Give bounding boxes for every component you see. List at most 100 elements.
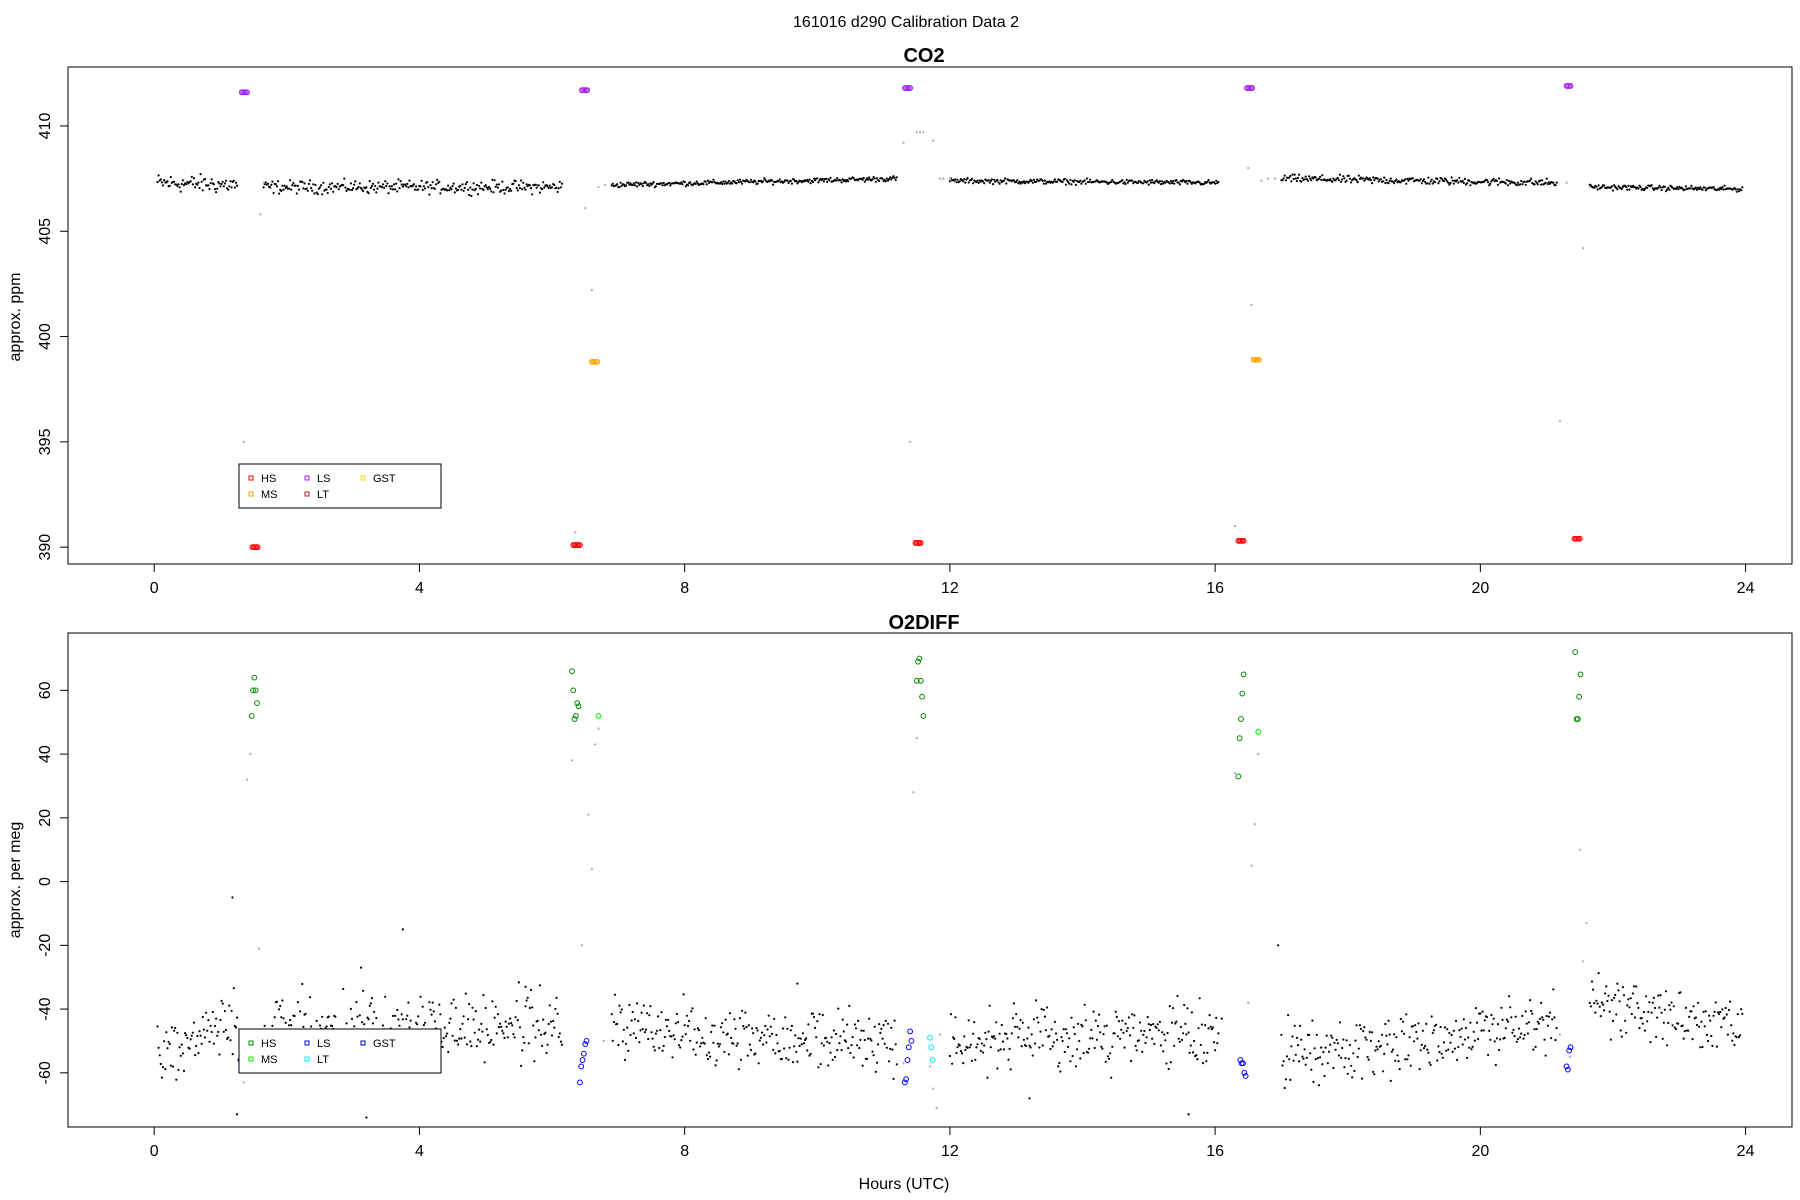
ambient-point <box>781 1027 785 1030</box>
calibration-point-hs <box>248 712 255 719</box>
ambient-point <box>1039 1030 1042 1033</box>
ambient-point <box>1375 1045 1378 1048</box>
ambient-point <box>770 1032 774 1035</box>
ambient-point <box>669 184 672 187</box>
ambient-point <box>1470 1048 1473 1051</box>
ambient-point <box>1508 179 1511 183</box>
ambient-point <box>521 188 524 191</box>
ambient-point <box>1107 1057 1111 1060</box>
ambient-point <box>1399 1017 1402 1021</box>
ambient-point <box>838 1042 841 1045</box>
ambient-point <box>1458 176 1461 179</box>
ambient-point <box>555 996 558 1000</box>
ambient-point <box>203 1036 207 1039</box>
ambient-point <box>704 1017 707 1020</box>
ambient-point <box>1433 181 1437 184</box>
ambient-point <box>1300 180 1303 183</box>
ambient-point <box>1459 1035 1462 1038</box>
ambient-point <box>1530 177 1533 180</box>
ambient-point <box>695 180 698 183</box>
ambient-point <box>1214 1049 1217 1052</box>
ambient-point <box>1416 1037 1419 1040</box>
x-tick-label: 24 <box>1737 1143 1755 1160</box>
transition-point <box>257 947 261 950</box>
ambient-point <box>552 1019 555 1023</box>
ambient-point <box>215 1017 218 1020</box>
ambient-point <box>228 1004 231 1007</box>
ambient-point <box>492 1043 495 1046</box>
ambient-point <box>1187 1031 1190 1034</box>
o2diff-xlabel: Hours (UTC) <box>859 1176 950 1193</box>
ambient-point <box>764 1024 767 1028</box>
ambient-point <box>292 182 295 185</box>
ambient-point <box>1043 179 1046 182</box>
ambient-point <box>1081 1025 1084 1028</box>
legend-label: LT <box>317 1054 329 1066</box>
y-tick-label: -20 <box>37 934 54 957</box>
ambient-point <box>1002 179 1006 182</box>
ambient-point <box>1173 1044 1176 1047</box>
ambient-point <box>463 186 466 189</box>
ambient-point <box>467 188 470 191</box>
ambient-point <box>465 1043 469 1046</box>
ambient-point <box>871 1050 874 1053</box>
ambient-point <box>430 1013 433 1016</box>
ambient-point <box>1647 1010 1650 1014</box>
ambient-point <box>1372 1070 1375 1073</box>
ambient-point <box>861 1064 864 1067</box>
ambient-point <box>531 193 534 196</box>
ambient-point <box>991 183 995 186</box>
ambient-point <box>467 1018 470 1021</box>
ambient-point <box>1545 1014 1548 1018</box>
ambient-point <box>1467 1036 1470 1039</box>
ambient-point <box>773 1017 776 1021</box>
ambient-point <box>1098 1013 1101 1016</box>
ambient-point <box>1185 1033 1188 1036</box>
ambient-point <box>1495 1037 1498 1040</box>
ambient-point <box>705 1054 708 1057</box>
ambient-point <box>1650 1011 1653 1014</box>
ambient-point <box>1442 1041 1445 1044</box>
ambient-point <box>800 1043 803 1046</box>
ambient-point <box>1060 1036 1063 1039</box>
ambient-point <box>360 1021 364 1024</box>
ambient-point <box>1020 1045 1023 1048</box>
ambient-point <box>1662 1021 1665 1024</box>
ambient-point <box>428 193 431 196</box>
ambient-point <box>627 181 630 184</box>
ambient-point <box>1135 1049 1138 1052</box>
ambient-point <box>463 1036 466 1039</box>
x-tick-label: 12 <box>941 1143 959 1160</box>
ambient-point <box>1646 1020 1649 1023</box>
ambient-point <box>1176 994 1179 998</box>
ambient-point <box>969 1043 973 1046</box>
ambient-point <box>964 181 967 184</box>
ambient-point <box>783 1047 786 1050</box>
ambient-point <box>636 1002 639 1005</box>
transition-point <box>580 944 584 947</box>
ambient-point <box>1703 186 1706 189</box>
ambient-point <box>786 1027 789 1030</box>
ambient-point <box>1303 178 1306 181</box>
ambient-point <box>1407 1054 1410 1057</box>
ambient-point <box>1217 180 1220 183</box>
ambient-point <box>1596 1002 1599 1005</box>
ambient-point <box>880 1027 883 1030</box>
ambient-point <box>816 1020 819 1023</box>
ambient-point <box>457 188 460 191</box>
ambient-point <box>175 1078 178 1081</box>
ambient-point <box>1668 1004 1671 1007</box>
ambient-point <box>686 184 690 187</box>
ambient-point <box>401 185 404 188</box>
ambient-point <box>532 1024 535 1027</box>
transition-point <box>262 181 265 185</box>
ambient-point <box>1619 1029 1622 1032</box>
ambient-point <box>728 1012 732 1015</box>
ambient-point <box>766 1028 769 1031</box>
ambient-point <box>700 1042 703 1045</box>
ambient-point <box>1207 178 1210 182</box>
ambient-point <box>399 180 402 183</box>
ambient-point <box>805 1037 808 1040</box>
ambient-point <box>213 1024 217 1028</box>
transition-point <box>1266 177 1270 180</box>
